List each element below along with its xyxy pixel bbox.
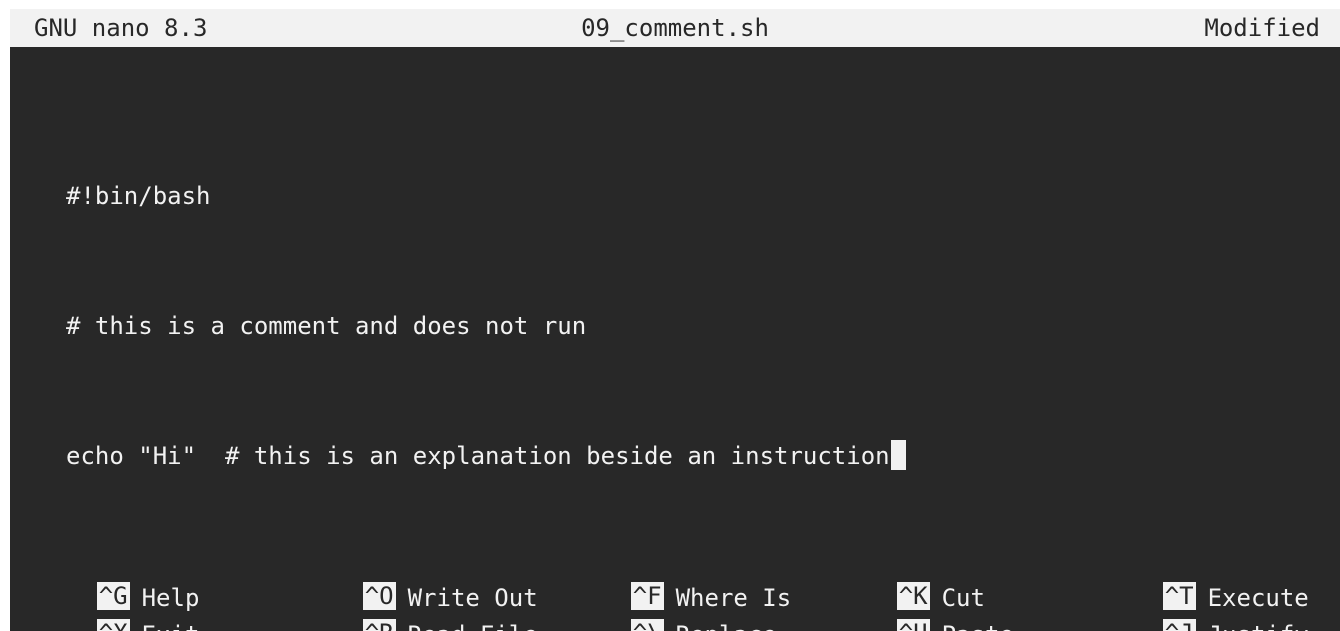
shortcut-label: Exit [142, 621, 200, 631]
code-line-text: echo "Hi" # this is an explanation besid… [66, 442, 890, 470]
shortcut-cut[interactable]: ^K Cut [810, 547, 985, 612]
shortcut-key: ^J [1162, 619, 1196, 631]
shortcut-key: ^R [362, 619, 396, 631]
shortcut-where-is[interactable]: ^F Where Is [544, 547, 791, 612]
shortcut-read-file[interactable]: ^R Read File [276, 584, 538, 631]
shortcut-label: Read File [408, 621, 538, 631]
shortcut-key: ^U [896, 619, 930, 631]
editor-area[interactable]: #!bin/bash # this is a comment and does … [66, 121, 1316, 532]
shortcut-write-out[interactable]: ^O Write Out [276, 547, 538, 612]
modified-status: Modified [1204, 14, 1320, 42]
code-line-2[interactable]: # this is a comment and does not run [66, 307, 1316, 346]
code-line-text: #!bin/bash [66, 182, 211, 210]
shortcut-label: Justify [1208, 621, 1309, 631]
shortcut-key: ^X [96, 619, 130, 631]
nano-titlebar: GNU nano 8.3 09_comment.sh Modified [10, 9, 1340, 47]
code-line-text: # this is a comment and does not run [66, 312, 587, 340]
shortcut-key: ^\ [630, 619, 664, 631]
shortcut-exit[interactable]: ^X Exit [10, 584, 199, 631]
text-cursor [890, 440, 906, 470]
shortcut-help[interactable]: ^G Help [10, 547, 199, 612]
shortcut-label: Replace [676, 621, 777, 631]
shortcut-label: Paste [942, 621, 1014, 631]
code-line-1[interactable]: #!bin/bash [66, 177, 1316, 216]
file-name: 09_comment.sh [581, 14, 769, 42]
shortcut-replace[interactable]: ^\ Replace [544, 584, 777, 631]
shortcut-execute[interactable]: ^T Execute [1076, 547, 1309, 612]
shortcut-justify[interactable]: ^J Justify [1076, 584, 1309, 631]
code-line-3[interactable]: echo "Hi" # this is an explanation besid… [66, 437, 1316, 476]
shortcut-paste[interactable]: ^U Paste [810, 584, 1014, 631]
shortcut-bar: ^G Help ^O Write Out ^F Where Is ^K Cut ^T Ex… [10, 547, 1340, 631]
terminal-window: GNU nano 8.3 09_comment.sh Modified #!bi… [10, 9, 1340, 631]
